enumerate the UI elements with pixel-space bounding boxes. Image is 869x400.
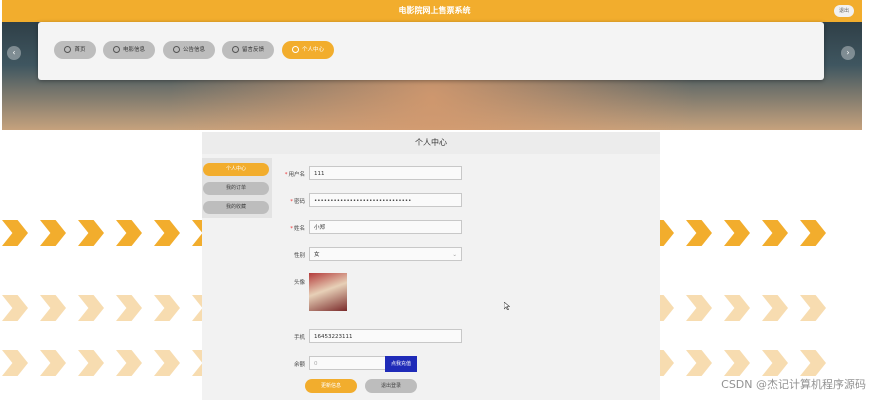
nav-notices-button[interactable]: 公告信息 bbox=[163, 41, 215, 59]
panel-title: 个人中心 bbox=[202, 132, 660, 154]
chevron-icon bbox=[116, 295, 142, 321]
username-label: *用户名 bbox=[265, 170, 305, 178]
sidebar-item-orders[interactable]: 我的订单 bbox=[203, 182, 269, 195]
name-input[interactable]: 小郑 bbox=[309, 220, 462, 234]
home-icon bbox=[64, 46, 72, 53]
balance-label: 余额 bbox=[293, 362, 305, 368]
username-input[interactable]: 111 bbox=[309, 166, 462, 180]
required-mark: * bbox=[290, 199, 293, 205]
chevron-icon bbox=[40, 350, 66, 376]
chevron-icon bbox=[762, 350, 788, 376]
chevron-icon bbox=[116, 350, 142, 376]
gender-label: 性别 bbox=[293, 253, 305, 259]
nav-home-label: 首页 bbox=[74, 47, 86, 53]
chevron-down-icon: ⌄ bbox=[452, 252, 457, 258]
name-label: *姓名 bbox=[265, 224, 305, 232]
avatar-image[interactable] bbox=[309, 273, 347, 311]
chevron-icon bbox=[40, 295, 66, 321]
chevron-icon bbox=[724, 350, 750, 376]
nav-feedback-label: 留言反馈 bbox=[241, 47, 264, 53]
chevron-icon bbox=[2, 220, 28, 246]
sidebar-item-favorites[interactable]: 我的收藏 bbox=[203, 201, 269, 214]
recharge-button[interactable]: 点我充值 bbox=[385, 356, 417, 372]
required-mark: * bbox=[290, 226, 293, 232]
password-input[interactable]: •••••••••••••••••••••••••••••• bbox=[309, 193, 462, 207]
chevron-icon bbox=[762, 295, 788, 321]
chevron-icon bbox=[154, 350, 180, 376]
chevron-icon bbox=[78, 220, 104, 246]
chevron-icon bbox=[762, 220, 788, 246]
chevron-icon bbox=[40, 220, 66, 246]
chevron-icon bbox=[800, 220, 826, 246]
name-label-text: 姓名 bbox=[293, 226, 305, 232]
gender-select[interactable]: 女 ⌄ bbox=[309, 247, 462, 261]
chevron-icon bbox=[800, 350, 826, 376]
chevron-icon bbox=[2, 350, 28, 376]
watermark-text: CSDN @杰记计算机程序源码 bbox=[721, 378, 866, 391]
chevron-icon bbox=[724, 295, 750, 321]
password-label: *密码 bbox=[265, 197, 305, 205]
film-icon bbox=[112, 46, 120, 53]
nav-movies-label: 电影信息 bbox=[122, 47, 145, 53]
logout-account-button[interactable]: 退出登录 bbox=[365, 379, 417, 393]
nav-feedback-button[interactable]: 留言反馈 bbox=[222, 41, 274, 59]
nav-notices-label: 公告信息 bbox=[182, 47, 205, 53]
carousel-prev-button[interactable]: ‹ bbox=[7, 46, 21, 60]
message-icon bbox=[231, 46, 239, 53]
gender-select-value: 女 bbox=[314, 252, 320, 258]
carousel-next-button[interactable]: › bbox=[841, 46, 855, 60]
avatar-label: 头像 bbox=[293, 280, 305, 286]
logout-button[interactable]: 退出 bbox=[834, 5, 854, 17]
nav-movies-button[interactable]: 电影信息 bbox=[103, 41, 155, 59]
update-info-button[interactable]: 更新信息 bbox=[305, 379, 357, 393]
balance-input[interactable]: 0 bbox=[309, 356, 386, 370]
chevron-icon bbox=[2, 295, 28, 321]
nav-profile-label: 个人中心 bbox=[301, 47, 324, 53]
chevron-icon bbox=[800, 295, 826, 321]
chevron-icon bbox=[724, 220, 750, 246]
chevron-icon bbox=[78, 295, 104, 321]
nav-card bbox=[38, 22, 824, 80]
chevron-icon bbox=[686, 350, 712, 376]
nav-profile-button[interactable]: 个人中心 bbox=[282, 41, 334, 59]
phone-label: 手机 bbox=[293, 335, 305, 341]
nav-home-button[interactable]: 首页 bbox=[54, 41, 96, 59]
chevron-icon bbox=[78, 350, 104, 376]
chevron-icon bbox=[686, 220, 712, 246]
chevron-icon bbox=[686, 295, 712, 321]
chevron-icon bbox=[116, 220, 142, 246]
sidebar-item-profile[interactable]: 个人中心 bbox=[203, 163, 269, 176]
mouse-cursor-icon bbox=[504, 302, 510, 310]
app-title: 电影院网上售票系统 bbox=[398, 6, 471, 15]
user-icon bbox=[291, 46, 299, 53]
phone-input[interactable]: 16453223111 bbox=[309, 329, 462, 343]
password-label-text: 密码 bbox=[293, 199, 305, 205]
chevron-icon bbox=[154, 295, 180, 321]
carousel-indicator[interactable] bbox=[418, 122, 448, 137]
chevron-icon bbox=[154, 220, 180, 246]
username-label-text: 用户名 bbox=[288, 172, 305, 178]
notice-icon bbox=[172, 46, 180, 53]
